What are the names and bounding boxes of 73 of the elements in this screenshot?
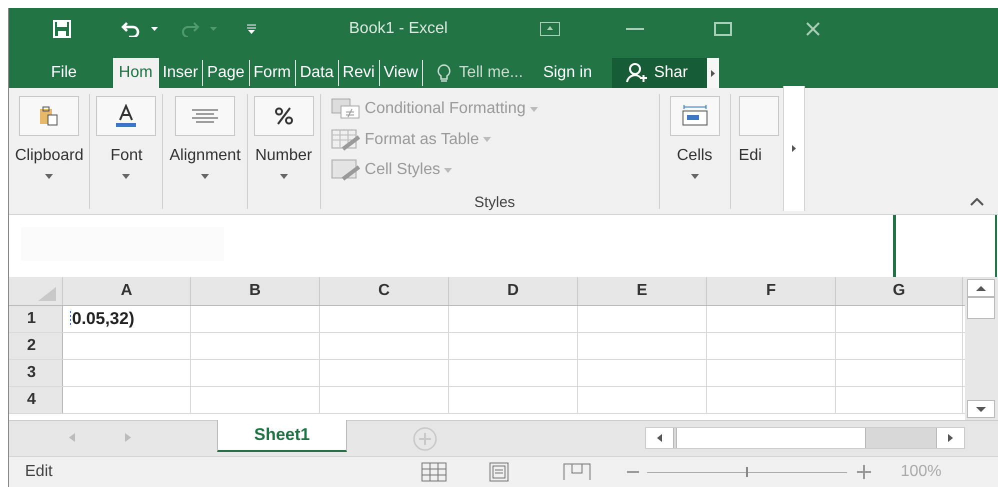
cell-text: 0.05,32) <box>69 306 134 332</box>
ribbon-tab[interactable]: Inser <box>158 58 202 88</box>
cells-button[interactable]: Cells <box>660 88 730 214</box>
ribbon-tab[interactable]: View <box>380 58 422 88</box>
cell-style-icon <box>330 159 361 182</box>
ribbon-group-button[interactable]: Number <box>248 88 320 214</box>
customize-toolbar-icon[interactable] <box>247 24 256 34</box>
right-arrow-icon <box>710 70 715 76</box>
horizontal-scrollbar[interactable] <box>645 427 965 449</box>
share-button[interactable]: Shar <box>612 58 707 88</box>
scroll-thumb[interactable] <box>967 297 995 319</box>
percent-icon <box>274 107 294 125</box>
caret-icon[interactable] <box>151 27 158 31</box>
clipboard-icon <box>38 105 60 127</box>
normal-view-icon[interactable] <box>420 462 447 482</box>
person-add-icon <box>626 63 648 83</box>
text-cursor-icon <box>69 311 72 327</box>
ribbon-tab[interactable]: Hom <box>112 58 159 88</box>
scroll-up-button[interactable] <box>967 279 995 297</box>
ribbon-tab[interactable]: Revi <box>338 58 379 88</box>
ribbon-tab[interactable]: Form <box>250 58 295 88</box>
scroll-down-button[interactable] <box>967 400 995 418</box>
page-break-icon[interactable] <box>562 463 591 481</box>
caret-icon <box>201 174 210 179</box>
editing-button[interactable]: Edi <box>730 88 783 214</box>
caret-icon <box>210 27 217 31</box>
zoom-in-icon[interactable] <box>856 465 871 479</box>
caret-icon <box>45 174 54 179</box>
zoom-slider[interactable] <box>646 467 847 477</box>
tell-me-search[interactable]: Tell me... <box>437 61 524 85</box>
row-header[interactable]: 2 <box>9 333 63 359</box>
chevron-up-icon <box>970 198 984 206</box>
collapse-ribbon-button[interactable] <box>970 198 984 206</box>
up-arrow-icon <box>976 286 986 290</box>
row-header[interactable]: 3 <box>9 360 63 386</box>
caret-icon <box>690 174 699 179</box>
sheet-tab[interactable]: Sheet1 <box>217 420 347 452</box>
window-title: Book1 - Excel <box>349 19 448 39</box>
lightbulb-icon <box>437 64 452 82</box>
sign-in-link[interactable]: Sign in <box>543 61 592 85</box>
caret-icon <box>444 168 452 173</box>
caret-icon <box>483 137 492 142</box>
table-format-icon <box>330 128 361 151</box>
ribbon-tab[interactable]: Page <box>203 58 249 88</box>
redo-icon[interactable] <box>180 21 200 37</box>
row-header[interactable]: 4 <box>9 387 63 413</box>
scroll-thumb[interactable] <box>676 428 866 448</box>
group-label: Styles <box>474 192 516 212</box>
ribbon-group-button[interactable]: Clipboard <box>9 88 90 214</box>
ribbon-group-button[interactable]: Alignment <box>163 88 247 214</box>
right-arrow-icon <box>792 145 796 152</box>
ribbon-tab[interactable]: Data <box>296 58 338 88</box>
cells-icon <box>680 105 709 127</box>
ribbon-tab[interactable]: File <box>9 58 113 88</box>
save-icon[interactable] <box>53 20 71 38</box>
caret-icon <box>530 106 538 112</box>
caret-icon <box>122 174 130 179</box>
close-icon[interactable] <box>806 22 820 36</box>
row-header[interactable]: 1 <box>9 306 63 332</box>
scroll-right-button[interactable] <box>706 58 719 88</box>
page-layout-icon[interactable] <box>488 462 509 482</box>
ribbon-display-icon[interactable] <box>540 22 560 36</box>
status-mode: Edit <box>25 462 53 482</box>
minimize-icon[interactable] <box>626 28 644 30</box>
conditional-format-icon <box>330 98 361 120</box>
down-arrow-icon <box>976 406 986 412</box>
ribbon-group-button[interactable]: Font <box>90 88 162 214</box>
align-center-icon <box>190 109 220 123</box>
maximize-icon[interactable] <box>714 22 732 36</box>
undo-icon[interactable] <box>121 21 141 37</box>
caret-icon <box>280 174 288 179</box>
left-arrow-icon <box>657 434 662 442</box>
right-arrow-icon <box>948 434 953 442</box>
